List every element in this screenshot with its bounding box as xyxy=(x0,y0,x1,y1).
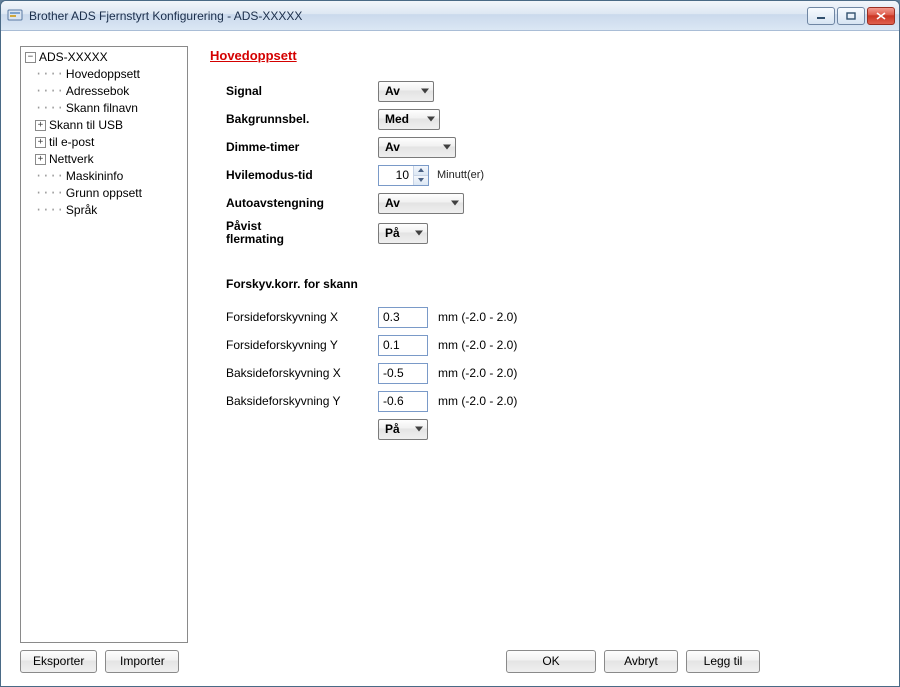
input-front-x[interactable] xyxy=(378,307,428,328)
select-signal-value: Av xyxy=(385,84,400,98)
window-title: Brother ADS Fjernstyrt Konfigurering - A… xyxy=(29,9,807,23)
tree-item[interactable]: ····Språk xyxy=(35,202,187,219)
label-dimtimer: Dimme-timer xyxy=(226,140,378,154)
chevron-down-icon xyxy=(451,201,459,206)
tree-item-label: Nettverk xyxy=(49,151,94,168)
tree-item-label: Maskininfo xyxy=(66,168,123,185)
hint-front-y: mm (-2.0 - 2.0) xyxy=(438,338,517,352)
chevron-down-icon xyxy=(415,231,423,236)
hint-front-x: mm (-2.0 - 2.0) xyxy=(438,310,517,324)
spin-up[interactable] xyxy=(414,166,428,176)
triangle-down-icon xyxy=(418,178,424,182)
label-front-x: Forsideforskyvning X xyxy=(226,310,378,324)
label-sleep: Hvilemodus-tid xyxy=(226,168,378,182)
minimize-button[interactable] xyxy=(807,7,835,25)
tree-item-label: Skann filnavn xyxy=(66,100,138,117)
tree-item[interactable]: ····Adressebok xyxy=(35,83,187,100)
unit-sleep: Minutt(er) xyxy=(437,169,484,181)
tree-item[interactable]: ····Grunn oppsett xyxy=(35,185,187,202)
input-front-y[interactable] xyxy=(378,335,428,356)
tree-leaf-icon: ···· xyxy=(35,100,64,117)
select-multifeed-value: På xyxy=(385,226,400,240)
input-sleep[interactable] xyxy=(379,166,413,185)
tree-item[interactable]: +Skann til USB xyxy=(35,117,187,134)
tree-item-label: Adressebok xyxy=(66,83,129,100)
ok-button[interactable]: OK xyxy=(506,650,596,673)
chevron-down-icon xyxy=(421,89,429,94)
tree-leaf-icon: ···· xyxy=(35,66,64,83)
label-multifeed: Påvistflermating xyxy=(226,220,378,246)
tree-item[interactable]: ····Hovedoppsett xyxy=(35,66,187,83)
tree-item-label: Grunn oppsett xyxy=(66,185,142,202)
export-button[interactable]: Eksporter xyxy=(20,650,97,673)
input-back-y[interactable] xyxy=(378,391,428,412)
spin-down[interactable] xyxy=(414,176,428,185)
titlebar: Brother ADS Fjernstyrt Konfigurering - A… xyxy=(1,1,899,31)
maximize-button[interactable] xyxy=(837,7,865,25)
content: − ADS-XXXXX ····Hovedoppsett····Adresseb… xyxy=(2,32,898,643)
close-button[interactable] xyxy=(867,7,895,25)
chevron-down-icon xyxy=(443,145,451,150)
label-back-x: Baksideforskyvning X xyxy=(226,366,378,380)
label-back-y: Baksideforskyvning Y xyxy=(226,394,378,408)
tree-item[interactable]: ····Maskininfo xyxy=(35,168,187,185)
tree-leaf-icon: ···· xyxy=(35,168,64,185)
app-window: Brother ADS Fjernstyrt Konfigurering - A… xyxy=(0,0,900,687)
expand-icon[interactable]: + xyxy=(35,154,46,165)
app-icon xyxy=(7,8,23,24)
collapse-icon[interactable]: − xyxy=(25,52,36,63)
select-autooff[interactable]: Av xyxy=(378,193,464,214)
select-signal[interactable]: Av xyxy=(378,81,434,102)
tree-item-label: Hovedoppsett xyxy=(66,66,140,83)
select-backlight-value: Med xyxy=(385,112,409,126)
select-dimtimer[interactable]: Av xyxy=(378,137,456,158)
settings-panel: Hovedoppsett Signal Av Bakgrunnsbel. Med xyxy=(210,46,886,643)
label-front-y: Forsideforskyvning Y xyxy=(226,338,378,352)
spinner-buttons xyxy=(413,166,428,185)
tree-item[interactable]: +Nettverk xyxy=(35,151,187,168)
bottom-bar: Eksporter Importer OK Avbryt Legg til xyxy=(2,643,898,685)
section-offset: Forskyv.korr. for skann xyxy=(210,277,886,291)
tree-root-label: ADS-XXXXX xyxy=(39,49,108,66)
add-button[interactable]: Legg til xyxy=(686,650,760,673)
select-autooff-value: Av xyxy=(385,196,400,210)
page-title: Hovedoppsett xyxy=(210,48,886,63)
cancel-button[interactable]: Avbryt xyxy=(604,650,678,673)
label-autooff: Autoavstengning xyxy=(226,196,378,210)
window-buttons xyxy=(807,7,895,25)
triangle-up-icon xyxy=(418,168,424,172)
expand-icon[interactable]: + xyxy=(35,120,46,131)
input-back-x[interactable] xyxy=(378,363,428,384)
tree-root[interactable]: − ADS-XXXXX xyxy=(25,49,187,66)
tree-item-label: Skann til USB xyxy=(49,117,123,134)
import-button[interactable]: Importer xyxy=(105,650,179,673)
hint-back-y: mm (-2.0 - 2.0) xyxy=(438,394,517,408)
select-backlight[interactable]: Med xyxy=(378,109,440,130)
chevron-down-icon xyxy=(427,117,435,122)
nav-tree[interactable]: − ADS-XXXXX ····Hovedoppsett····Adresseb… xyxy=(20,46,188,643)
spinner-sleep[interactable] xyxy=(378,165,429,186)
select-offset-enable-value: På xyxy=(385,422,400,436)
hint-back-x: mm (-2.0 - 2.0) xyxy=(438,366,517,380)
tree-item-label: til e-post xyxy=(49,134,94,151)
chevron-down-icon xyxy=(415,427,423,432)
expand-icon[interactable]: + xyxy=(35,137,46,148)
tree-leaf-icon: ···· xyxy=(35,202,64,219)
label-backlight: Bakgrunnsbel. xyxy=(226,112,378,126)
select-offset-enable[interactable]: På xyxy=(378,419,428,440)
tree-leaf-icon: ···· xyxy=(35,83,64,100)
label-signal: Signal xyxy=(226,84,378,98)
tree-item[interactable]: +til e-post xyxy=(35,134,187,151)
select-multifeed[interactable]: På xyxy=(378,223,428,244)
tree-item[interactable]: ····Skann filnavn xyxy=(35,100,187,117)
select-dimtimer-value: Av xyxy=(385,140,400,154)
tree-leaf-icon: ···· xyxy=(35,185,64,202)
client-area: − ADS-XXXXX ····Hovedoppsett····Adresseb… xyxy=(1,31,899,686)
tree-item-label: Språk xyxy=(66,202,97,219)
